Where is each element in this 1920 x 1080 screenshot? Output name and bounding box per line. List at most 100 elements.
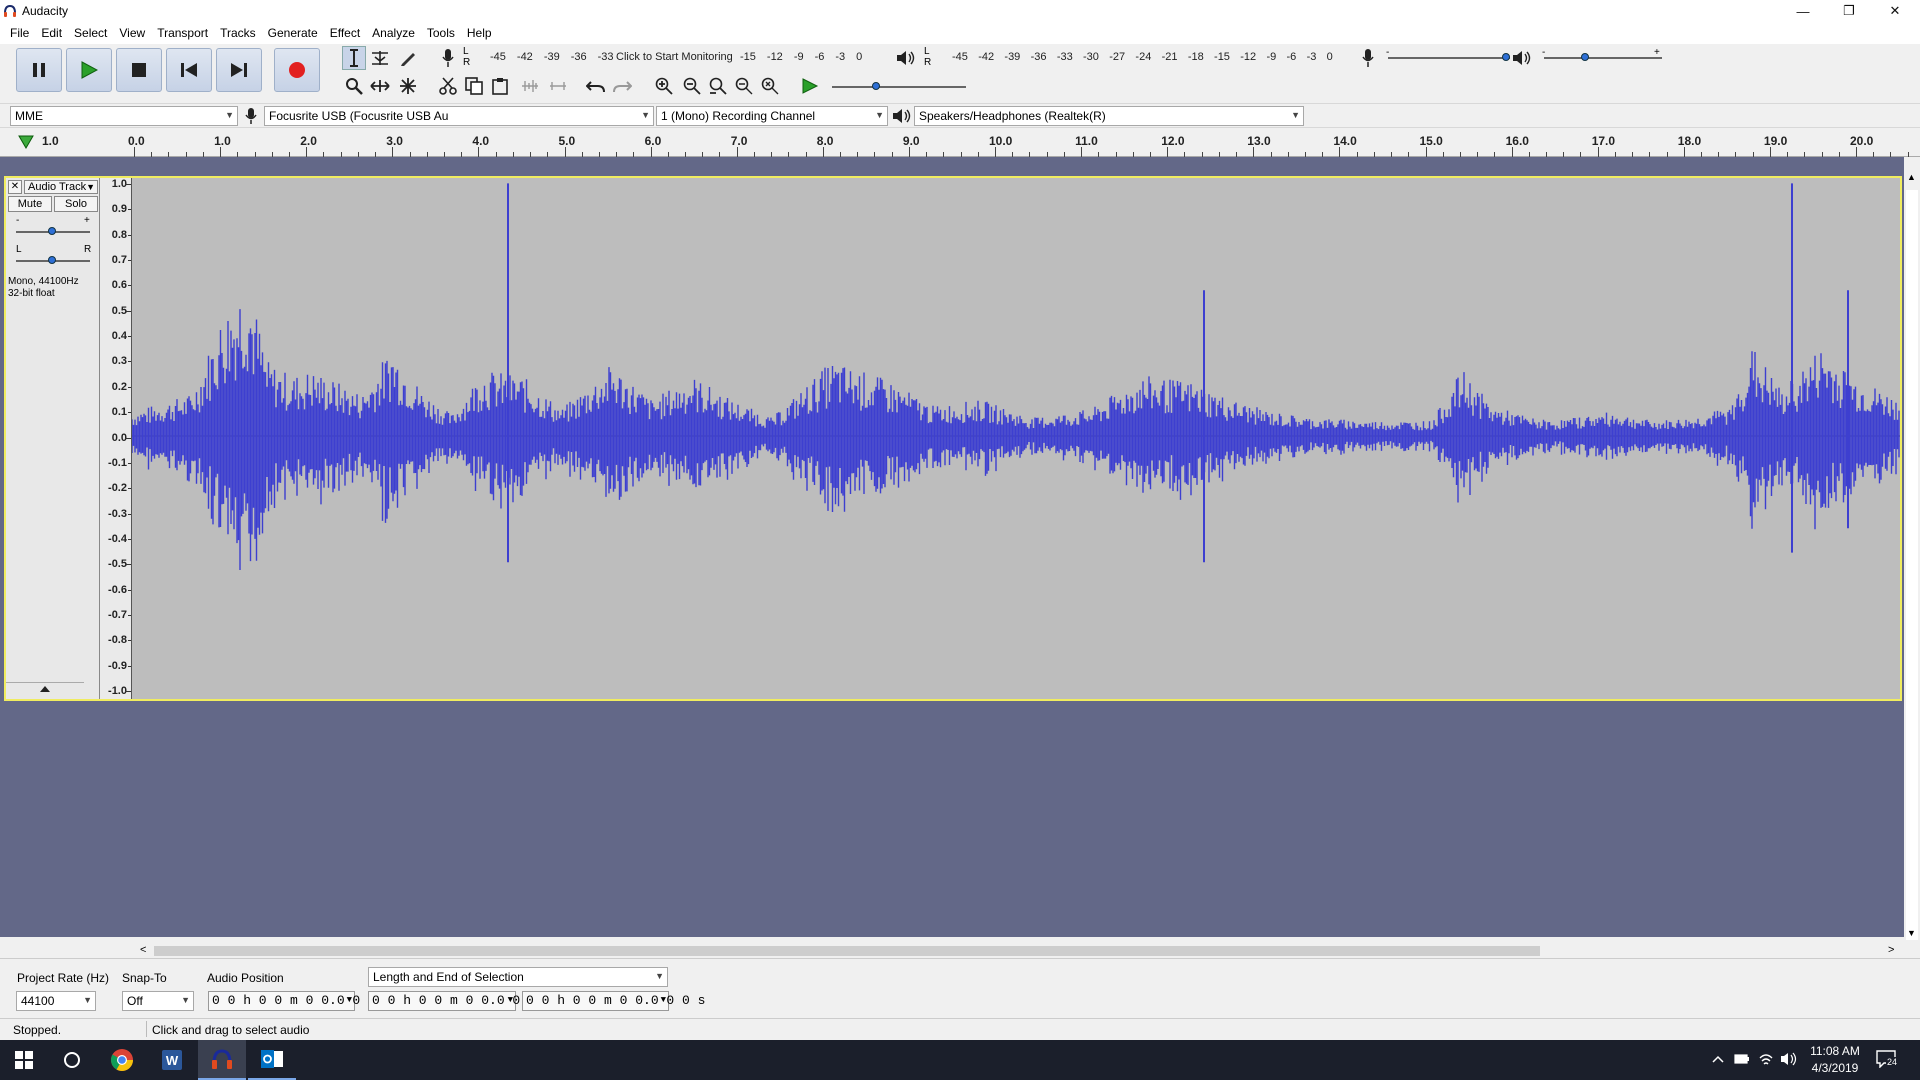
menu-analyze[interactable]: Analyze [366,26,421,40]
recording-channels-select[interactable]: 1 (Mono) Recording Channel ▼ [656,106,888,126]
scroll-up-icon[interactable]: ▲ [1907,172,1916,182]
show-hidden-icons-icon[interactable] [1712,1054,1724,1064]
record-meter-button[interactable] [436,46,460,70]
recording-volume-thumb[interactable] [1502,53,1510,61]
envelope-tool[interactable] [368,46,392,70]
zoom-toggle-button[interactable] [758,74,782,98]
collapse-track-button[interactable] [6,682,84,698]
horizontal-scroll-thumb[interactable] [154,946,1540,956]
menu-tools[interactable]: Tools [421,26,461,40]
audio-host-select[interactable]: MME ▼ [10,106,238,126]
play-speed-thumb[interactable] [872,82,880,90]
fit-selection-button[interactable] [706,74,730,98]
playback-volume-icon-box [1510,46,1534,70]
timeline-ruler[interactable]: 1.0 0.0 1.0 2.0 3.0 4.0 5.0 6.0 7.0 8.0 9.0 10.0 11… [0,129,1920,157]
track-close-button[interactable]: ✕ [8,180,22,194]
word-taskbar-button[interactable]: W [148,1040,196,1080]
start-button[interactable] [0,1040,48,1080]
copy-button[interactable] [462,74,486,98]
menu-effect[interactable]: Effect [324,26,366,40]
record-meter-scale-right[interactable]: -15 -12 -9 -6 -3 0 [740,51,862,63]
ruler-tick [1339,147,1341,157]
play-speed-slider[interactable] [832,86,966,88]
vertical-ruler[interactable]: 1.0 0.9 0.8 0.7 0.6 0.5 0.4 0.3 0.2 0.1 0.0 -0.1 -0.… [100,178,132,699]
minimize-button[interactable]: — [1780,0,1826,22]
action-center-button[interactable]: 24 [1876,1050,1900,1070]
horizontal-scrollbar[interactable]: < > [136,944,1904,958]
skip-to-end-button[interactable] [216,48,262,92]
zoom-tool[interactable] [342,74,366,98]
click-to-start-monitoring[interactable]: Click to Start Monitoring [616,51,733,63]
gain-thumb[interactable] [48,227,56,235]
maximize-button[interactable]: ❐ [1826,0,1872,22]
skip-to-start-button[interactable] [166,48,212,92]
zoom-in-button[interactable] [652,74,676,98]
paste-button[interactable] [488,74,512,98]
menu-tracks[interactable]: Tracks [214,26,262,40]
ruler-tick-label: 8.0 [816,134,834,148]
undo-button[interactable] [584,74,608,98]
time-shift-tool[interactable] [368,74,392,98]
track-name-menu[interactable]: Audio Track ▼ [24,180,98,194]
volume-icon[interactable] [1780,1051,1798,1067]
pan-thumb[interactable] [48,256,56,264]
vertical-scroll-thumb[interactable] [1906,190,1918,940]
menu-select[interactable]: Select [68,26,113,40]
track-control-panel: ✕ Audio Track ▼ Mute Solo - + L R Mono, 4… [6,178,100,699]
menu-view[interactable]: View [113,26,151,40]
audacity-taskbar-button[interactable] [198,1040,246,1080]
playback-volume-slider[interactable] [1544,57,1662,59]
battery-icon[interactable] [1734,1052,1750,1066]
fit-project-button[interactable] [732,74,756,98]
zoom-out-button[interactable] [680,74,704,98]
trim-button[interactable] [518,74,542,98]
cortana-button[interactable] [48,1040,96,1080]
scroll-down-icon[interactable]: ▼ [1907,928,1916,938]
menu-edit[interactable]: Edit [35,26,68,40]
scroll-left-icon[interactable]: < [140,944,146,956]
selection-mode-select[interactable]: Length and End of Selection ▼ [368,967,668,987]
solo-button[interactable]: Solo [54,196,98,212]
vertical-scrollbar[interactable]: ▲ ▼ [1904,170,1920,940]
project-rate-select[interactable]: 44100 ▼ [16,991,96,1011]
cut-button[interactable] [436,74,460,98]
snap-to-select[interactable]: Off ▼ [122,991,194,1011]
playback-device-select[interactable]: Speakers/Headphones (Realtek(R) ▼ [914,106,1304,126]
recording-volume-slider[interactable] [1388,57,1510,59]
selection-end-time[interactable]: 0 0 h 0 0 m 0 0.0 0 0 s ▼ [522,991,705,1011]
draw-tool[interactable] [396,46,420,70]
stop-button[interactable] [116,48,162,92]
chevron-down-icon: ▼ [181,995,190,1005]
taskbar-clock[interactable]: 11:08 AM 4/3/2019 [1808,1044,1862,1075]
device-toolbar: MME ▼ Focusrite USB (Focusrite USB Au ▼ 1 … [0,104,1920,128]
close-button[interactable]: ✕ [1872,0,1918,22]
playback-meter-button[interactable] [894,46,918,70]
menu-generate[interactable]: Generate [262,26,324,40]
silence-button[interactable] [546,74,570,98]
menu-help[interactable]: Help [461,26,498,40]
playback-volume-thumb[interactable] [1581,53,1589,61]
wifi-icon[interactable] [1758,1051,1774,1067]
vruler-tick [128,665,131,667]
scroll-right-icon[interactable]: > [1888,944,1894,956]
menu-file[interactable]: File [4,26,35,40]
redo-button[interactable] [610,74,634,98]
mute-button[interactable]: Mute [8,196,52,212]
record-meter-scale-left[interactable]: -45 -42 -39 -36 -33 [490,51,614,63]
multi-tool[interactable] [396,74,420,98]
selection-start-time[interactable]: 0 0 h 0 0 m 0 0.0 0 0 s ▼ [368,991,551,1011]
outlook-taskbar-button[interactable] [248,1040,296,1080]
vruler-tick [128,488,131,490]
pause-button[interactable] [16,48,62,92]
record-button[interactable] [274,48,320,92]
waveform[interactable] [131,178,1900,699]
recording-device-select[interactable]: Focusrite USB (Focusrite USB Au ▼ [264,106,654,126]
vruler-label: 0.9 [111,203,127,216]
selection-tool[interactable] [342,46,366,70]
chrome-taskbar-button[interactable] [98,1040,146,1080]
playback-meter-scale[interactable]: -45 -42 -39 -36 -33 -30 -27 -24 -21 -18 … [952,51,1333,63]
play-at-speed-button[interactable] [798,74,822,98]
audio-position-time[interactable]: 0 0 h 0 0 m 0 0.0 0 0 s ▼ [208,991,391,1011]
play-button[interactable] [66,48,112,92]
menu-transport[interactable]: Transport [151,26,214,40]
